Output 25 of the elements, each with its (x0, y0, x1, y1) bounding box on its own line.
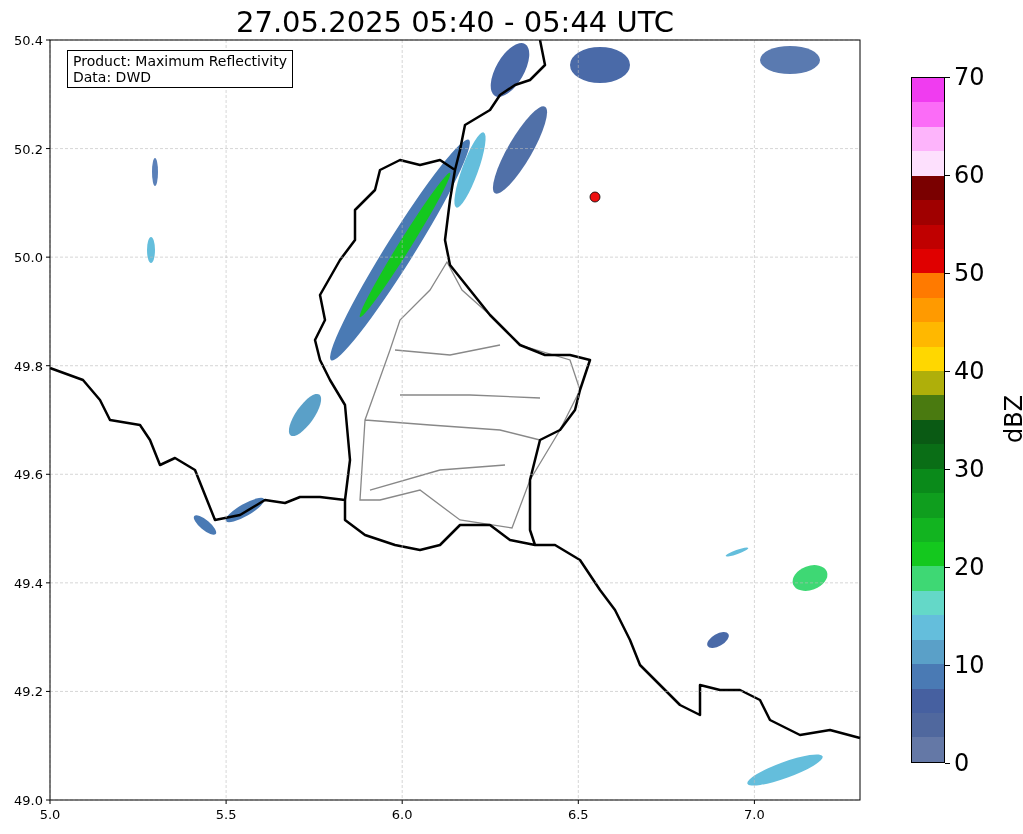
colorbar-label: dBZ (1000, 394, 1023, 444)
colorbar-tick-label: 40 (954, 357, 985, 385)
y-tick-label: 50.4 (14, 33, 43, 48)
legend-box: Product: Maximum Reflectivity Data: DWD (67, 50, 293, 88)
y-tick-label: 49.6 (14, 467, 43, 483)
colorbar-tick-label: 60 (954, 161, 985, 189)
y-tick-label: 49.2 (14, 684, 43, 700)
colorbar-tick-label: 50 (954, 259, 985, 287)
chart-title: 27.05.2025 05:40 - 05:44 UTC (235, 4, 675, 40)
y-tick-label: 49.0 (14, 793, 43, 808)
y-tick-label: 50.0 (14, 250, 43, 266)
x-tick-label: 5.5 (215, 807, 237, 822)
colorbar-tick-label: 70 (954, 63, 985, 91)
location-marker (589, 191, 601, 203)
y-tick-label: 49.8 (14, 358, 43, 374)
y-tick-label: 50.2 (14, 141, 43, 157)
x-tick-label: 6.5 (567, 807, 589, 822)
colorbar-tick-label: 0 (954, 749, 970, 777)
x-tick-label: 6.0 (391, 807, 413, 822)
colorbar-tick-label: 30 (954, 455, 985, 483)
x-tick-label: 7.0 (744, 807, 765, 822)
colorbar-tick-label: 10 (954, 651, 985, 679)
y-tick-label: 49.4 (14, 575, 43, 591)
x-tick-label: 5.0 (39, 807, 61, 822)
colorbar-tick-label: 20 (954, 553, 985, 581)
